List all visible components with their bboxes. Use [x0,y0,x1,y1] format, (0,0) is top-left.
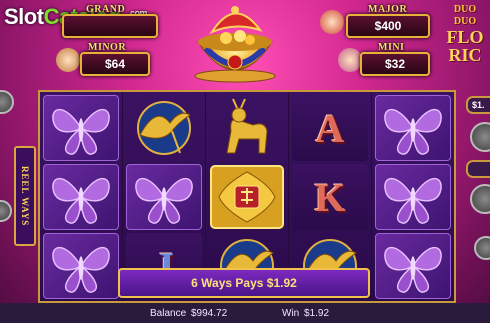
bet-amount-value: $1. [472,100,485,110]
game-title-line3: FLO [446,27,484,47]
logo-slot-text: Slot [4,4,44,29]
butterfly-symbol-icon [135,177,193,224]
reel-1-symbol-2 [43,164,119,230]
reel-4-symbol-1: A [292,95,368,161]
balance-value: $994.72 [191,308,228,319]
major-jackpot-plaque: $400 [346,14,430,38]
minor-character-icon [56,48,80,72]
deer-symbol-icon [226,98,268,154]
reel-ways-label: REEL WAYS [14,146,36,246]
autoplay-button[interactable] [470,184,490,214]
letter-symbol: A [315,105,345,151]
crane-symbol-icon [137,101,191,155]
reel-5-symbol-3 [375,233,451,299]
balance-label: Balance [150,308,187,319]
reel-1-symbol-3 [43,233,119,299]
spin-button[interactable] [470,122,490,152]
butterfly-symbol-icon [384,177,442,224]
minor-jackpot-plaque: $64 [80,52,150,76]
game-title-line1: DUO [453,4,477,15]
butterfly-symbol-icon [52,108,110,155]
bet-amount-pill[interactable]: $1. [466,96,490,114]
reel-3-symbol-1 [209,95,285,161]
status-bar: Balance $994.72 Win $1.92 [0,303,490,323]
reel-5-symbol-1 [375,95,451,161]
win-banner: 6 Ways Pays $1.92 [118,268,370,298]
butterfly-symbol-icon [52,246,110,293]
mini-jackpot-value: $32 [384,57,406,71]
reel-5-symbol-2 [375,164,451,230]
reel-4-symbol-2: K [292,164,368,230]
butterfly-symbol-icon [52,177,110,224]
major-character-icon [320,10,344,34]
win-value: $1.92 [304,308,330,319]
letter-symbol: K [314,174,346,220]
game-title: DUO DUO FLO RIC [440,4,490,64]
butterfly-symbol-icon [384,246,442,293]
win-label: Win [282,308,300,319]
game-title-line4: RIC [448,45,482,65]
major-jackpot-value: $400 [374,19,402,33]
reel-1 [40,92,122,301]
menu-button[interactable] [0,90,14,114]
minor-jackpot-value: $64 [104,57,126,71]
turbo-button[interactable] [474,236,490,260]
gold-fu-symbol-icon [210,165,284,229]
reel-2-symbol-2 [126,164,202,230]
reel-5 [372,92,454,301]
reel-2-symbol-1 [126,95,202,161]
game-screen: SlotCatalog .com GRAND MINOR $64 MAJOR $… [0,0,490,323]
reel-3-symbol-2 [209,164,285,230]
treasure-bowl-icon [194,6,276,83]
autoplay-pill[interactable] [466,160,490,178]
reel-1-symbol-1 [43,95,119,161]
win-banner-text: 6 Ways Pays $1.92 [191,276,297,290]
mini-jackpot-plaque: $32 [360,52,430,76]
mini-character-icon [338,48,362,72]
grand-jackpot-plaque [62,14,158,38]
left-side-button[interactable] [0,200,12,222]
butterfly-symbol-icon [384,108,442,155]
